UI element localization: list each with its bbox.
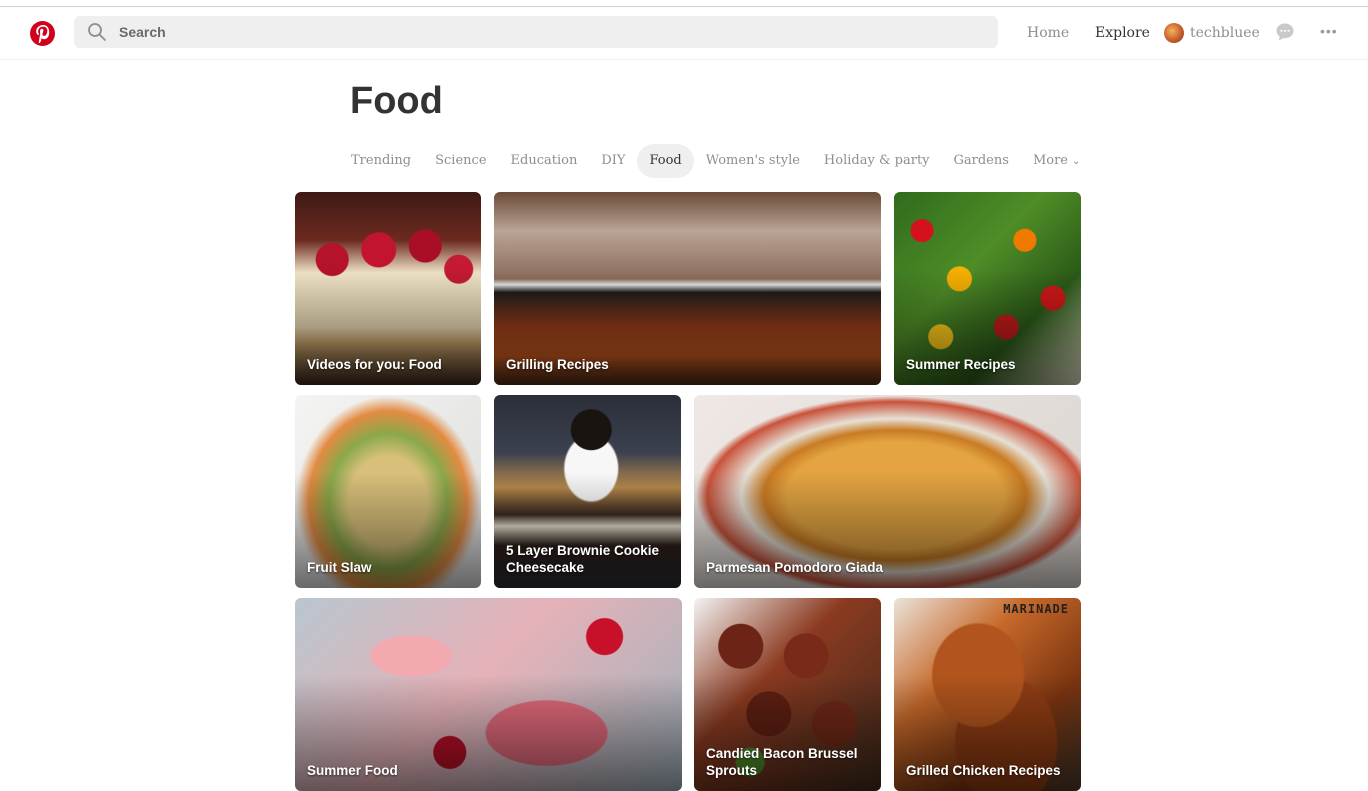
tab-trending[interactable]: Trending [339,144,423,178]
tile-label: Fruit Slaw [307,560,372,575]
nav-explore-link[interactable]: Explore [1095,7,1150,59]
more-dots-icon[interactable]: ••• [1320,23,1338,39]
tile-brownie-cookie-cheesecake[interactable]: 5 Layer Brownie Cookie Cheesecake [494,395,681,588]
topic-tabs: Trending Science Education DIY Food Wome… [339,144,1092,178]
search-input[interactable] [117,23,921,41]
tab-science[interactable]: Science [423,144,498,178]
tile-label: Videos for you: Food [307,357,442,372]
tile-label: Summer Recipes [906,357,1016,372]
pinterest-logo-icon[interactable] [30,21,55,46]
tab-gardens[interactable]: Gardens [942,144,1021,178]
tile-grilled-chicken-recipes[interactable]: MARINADE Grilled Chicken Recipes [894,598,1081,791]
tab-womens-style[interactable]: Women's style [694,144,812,178]
tab-holiday-party[interactable]: Holiday & party [812,144,942,178]
tile-fruit-slaw[interactable]: Fruit Slaw [295,395,481,588]
tab-education[interactable]: Education [499,144,590,178]
tile-label: Grilled Chicken Recipes [906,763,1061,778]
tab-food[interactable]: Food [637,144,694,178]
chevron-down-icon: ⌄ [1071,156,1081,167]
profile-link[interactable]: techbluee [1164,7,1260,59]
tile-label: Grilling Recipes [506,357,609,372]
tile-parmesan-pomodoro[interactable]: Parmesan Pomodoro Giada [694,395,1081,588]
username-label: techbluee [1190,25,1260,41]
tile-grilling-recipes[interactable]: Grilling Recipes [494,192,881,385]
nav-home-link[interactable]: Home [1027,7,1069,59]
tile-image-caption: MARINADE [1003,602,1069,616]
tile-label: 5 Layer Brownie Cookie Cheesecake [506,543,660,575]
top-nav-bar: Home Explore techbluee ••• [0,7,1368,60]
chat-bubble-icon[interactable] [1275,22,1295,42]
search-icon [88,23,106,41]
search-bar[interactable] [74,16,998,48]
tile-videos-for-you-food[interactable]: Videos for you: Food [295,192,481,385]
tile-summer-food[interactable]: Summer Food [295,598,682,791]
tile-label: Summer Food [307,763,398,778]
avatar [1164,23,1184,43]
tab-more-label: More [1032,153,1068,168]
tile-candied-bacon-brussel-sprouts[interactable]: Candied Bacon Brussel Sprouts [694,598,881,791]
tile-label: Parmesan Pomodoro Giada [706,560,884,575]
tile-summer-recipes[interactable]: Summer Recipes [894,192,1081,385]
tab-more[interactable]: More ⌄ [1021,144,1092,178]
tab-diy[interactable]: DIY [589,144,637,178]
page-title: Food [350,80,443,122]
tile-label: Candied Bacon Brussel Sprouts [706,746,858,778]
